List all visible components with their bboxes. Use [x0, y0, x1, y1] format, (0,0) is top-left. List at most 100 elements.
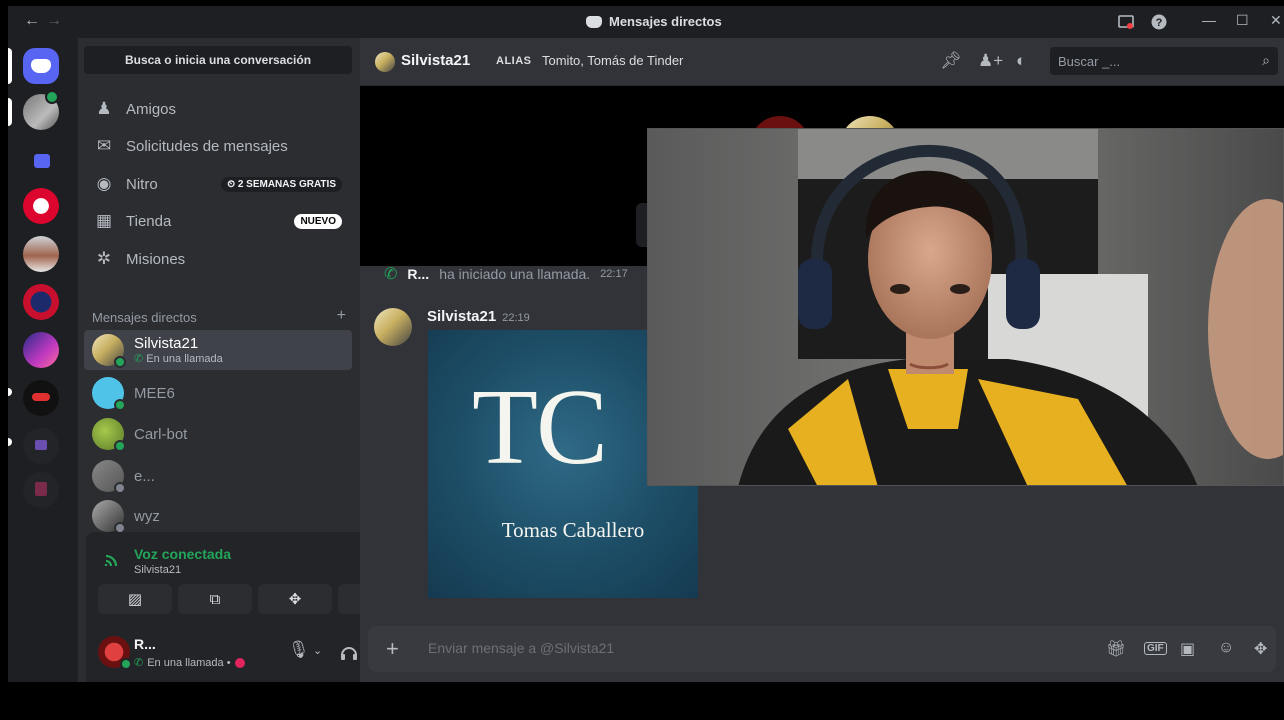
nav-label: Solicitudes de mensajes	[126, 137, 288, 155]
alias-value: Tomito, Tomás de Tinder	[542, 53, 684, 68]
nav-shop[interactable]: ▦ Tienda NUEVO	[84, 204, 352, 238]
apps-icon[interactable]: ✥	[1254, 639, 1267, 659]
minimize-icon[interactable]: —	[1202, 12, 1216, 28]
discord-logo-icon	[31, 59, 51, 73]
dm-item-wyz[interactable]: wyz	[84, 496, 352, 536]
server-glyph	[32, 393, 50, 401]
server-glyph	[35, 440, 47, 450]
nav-label: Tienda	[126, 212, 172, 230]
dm-item-carl-bot[interactable]: Carl-bot	[84, 414, 352, 454]
screen-share-button[interactable]: ⧉	[178, 584, 252, 614]
dm-item-e[interactable]: e...	[84, 456, 352, 496]
server-glyph	[35, 482, 47, 496]
unread-pill	[8, 388, 12, 396]
system-message: ✆ R... ha iniciado una llamada. 22:17	[384, 264, 628, 284]
folder-icon[interactable]	[34, 154, 50, 168]
inbox-icon[interactable]	[1118, 14, 1134, 30]
nav-nitro[interactable]: ◉ Nitro ⏲ 2 SEMANAS GRATIS	[84, 167, 352, 201]
chat-header: Silvista21 ALIAS Tomito, Tomás de Tinder…	[360, 38, 1284, 86]
voice-status-title[interactable]: Voz conectada	[134, 546, 231, 562]
avatar	[92, 334, 126, 368]
nav-label: Amigos	[126, 100, 177, 118]
server-small[interactable]	[23, 428, 59, 464]
headphones-icon[interactable]	[340, 643, 358, 661]
forward-arrow-icon[interactable]: →	[46, 12, 62, 30]
dm-status-text: En una llamada	[146, 353, 223, 365]
camera-button[interactable]: ▨	[98, 584, 172, 614]
nav-quests[interactable]: ✲ Misiones	[84, 242, 352, 276]
server-rail	[8, 38, 78, 682]
nav-friends[interactable]: ♟ Amigos	[84, 92, 352, 126]
server-small[interactable]	[23, 472, 59, 508]
close-icon[interactable]: ✕	[1270, 12, 1282, 29]
search-icon: ⌕	[1262, 52, 1270, 68]
new-badge: NUEVO	[294, 213, 342, 229]
server-dark[interactable]	[23, 380, 59, 416]
phone-icon: ✆	[384, 266, 398, 283]
image-monogram: TC	[472, 368, 608, 487]
user-name[interactable]: R...	[134, 636, 156, 652]
composer-placeholder: Enviar mensaje a @Silvista21	[428, 640, 615, 656]
voice-channel-name: Silvista21	[134, 564, 182, 576]
discord-logo-icon	[586, 15, 602, 28]
video-stream-overlay[interactable]	[647, 128, 1284, 486]
message-avatar[interactable]	[374, 308, 412, 346]
status-dot	[120, 658, 132, 670]
microphone-icon[interactable]: 🎙︎	[288, 640, 310, 660]
dm-avatar-server[interactable]	[23, 90, 59, 130]
message-composer[interactable]: + Enviar mensaje a @Silvista21 🎁︎ GIF ▣ …	[368, 626, 1276, 672]
alias-label: ALIAS	[496, 55, 532, 67]
find-conversation-button[interactable]: Busca o inicia una conversación	[84, 46, 352, 74]
dm-item-silvista21[interactable]: Silvista21 ✆ En una llamada	[84, 330, 352, 370]
mail-icon: ✉	[96, 136, 112, 155]
chevron-down-icon[interactable]: ⌄	[313, 644, 322, 657]
nitro-icon: ◉	[96, 174, 112, 193]
camera-off-icon: ▨	[127, 591, 143, 608]
message-author-line: Silvista21 22:19	[427, 308, 530, 325]
system-text: ha iniciado una llamada.	[439, 266, 591, 282]
user-status: ✆ En una llamada •	[134, 656, 245, 669]
avatar	[92, 418, 126, 452]
nav-message-requests[interactable]: ✉ Solicitudes de mensajes	[84, 129, 352, 163]
signal-icon[interactable]	[104, 550, 122, 568]
maximize-icon[interactable]: ☐	[1236, 12, 1249, 29]
system-time: 22:17	[600, 268, 628, 280]
attach-plus-icon[interactable]: +	[386, 636, 399, 662]
system-author[interactable]: R...	[407, 266, 429, 282]
phone-icon: ✆	[134, 657, 144, 669]
dm-name: Silvista21	[134, 335, 199, 352]
add-friends-icon[interactable]: ♟+	[978, 51, 1003, 71]
nitro-badge: ⏲ 2 SEMANAS GRATIS	[221, 176, 342, 192]
chat-title[interactable]: Silvista21	[401, 52, 470, 69]
window-title-text: Mensajes directos	[609, 14, 722, 29]
video-frame-image	[648, 129, 1283, 485]
server-photo[interactable]	[23, 236, 59, 272]
gif-icon[interactable]: GIF	[1144, 642, 1167, 655]
svg-text:?: ?	[1156, 17, 1163, 29]
dm-section-header: Mensajes directos +	[92, 307, 346, 325]
friends-icon: ♟	[96, 99, 112, 118]
activities-button[interactable]: ✥	[258, 584, 332, 614]
dm-item-mee6[interactable]: MEE6	[84, 373, 352, 413]
server-bayern[interactable]	[23, 188, 59, 224]
home-button[interactable]	[23, 48, 59, 84]
gift-icon[interactable]: 🎁︎	[1106, 639, 1126, 659]
activities-icon: ✥	[288, 591, 302, 608]
search-input[interactable]: Buscar _... ⌕	[1050, 47, 1278, 75]
emoji-icon[interactable]: ☺	[1218, 639, 1234, 657]
user-avatar[interactable]	[98, 636, 132, 670]
back-arrow-icon[interactable]: ←	[24, 12, 40, 30]
pin-icon[interactable]: 📌︎	[940, 51, 962, 71]
status-emoji-icon	[234, 657, 245, 668]
user-status-text: En una llamada •	[147, 656, 231, 669]
message-author[interactable]: Silvista21	[427, 308, 496, 325]
nav-label: Nitro	[126, 175, 158, 193]
window-title: Mensajes directos	[586, 14, 722, 29]
sticker-icon[interactable]: ▣	[1180, 639, 1195, 659]
server-club[interactable]	[23, 284, 59, 320]
notification-badge	[45, 90, 59, 104]
help-icon[interactable]: ?	[1151, 14, 1167, 30]
server-anime[interactable]	[23, 332, 59, 368]
user-profile-icon[interactable]: ◐	[1016, 51, 1026, 71]
add-dm-icon[interactable]: +	[337, 307, 346, 325]
